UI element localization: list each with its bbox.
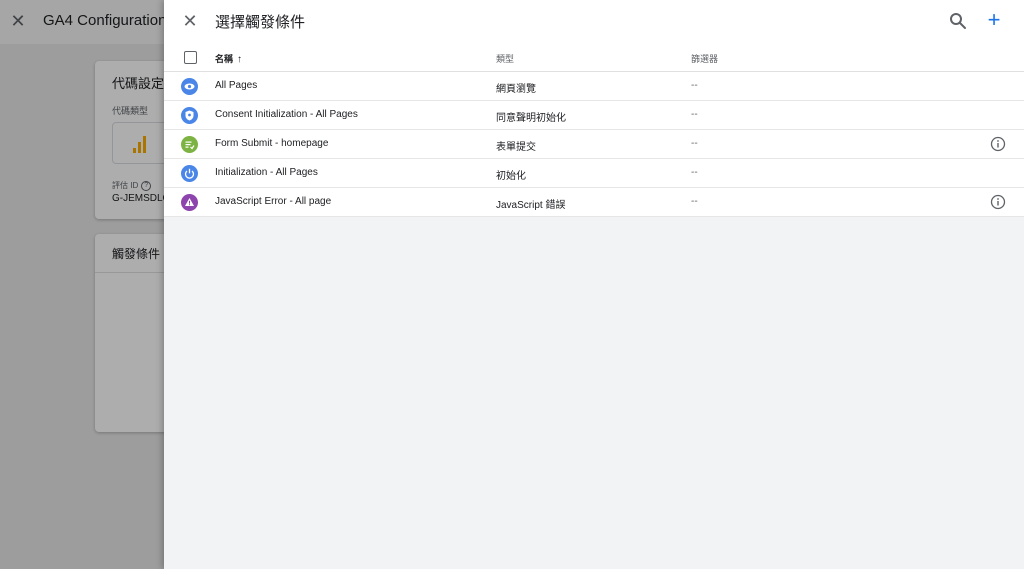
add-trigger-button[interactable]: + [984, 9, 1004, 31]
trigger-type: 同意聲明初始化 [496, 113, 566, 124]
column-name-label: 名稱 [215, 54, 234, 64]
table-row[interactable]: Consent Initialization - All Pages 同意聲明初… [164, 101, 1024, 130]
column-header-type: 類型 [496, 54, 515, 64]
panel-title: 選擇觸發條件 [215, 14, 306, 31]
warning-icon [181, 194, 198, 211]
trigger-type: JavaScript 錯誤 [496, 200, 566, 211]
search-icon[interactable] [948, 11, 968, 31]
trigger-type: 初始化 [496, 171, 526, 182]
trigger-name: Initialization - All Pages [215, 167, 318, 178]
trigger-name: Consent Initialization - All Pages [215, 109, 358, 120]
info-icon[interactable] [990, 136, 1006, 152]
trigger-filter: -- [691, 109, 698, 120]
trigger-filter: -- [691, 80, 698, 91]
trigger-type: 表單提交 [496, 142, 536, 153]
trigger-name: JavaScript Error - All page [215, 196, 332, 207]
info-icon[interactable] [990, 194, 1006, 210]
trigger-filter: -- [691, 196, 698, 207]
column-header-name[interactable]: 名稱 ↑ [215, 52, 242, 65]
form-icon [181, 136, 198, 153]
select-all-checkbox[interactable] [184, 51, 197, 64]
triggers-table: 名稱 ↑ 類型 篩選器 All Pages 網頁瀏覽 -- Consent Ini… [164, 43, 1024, 217]
trigger-name: Form Submit - homepage [215, 138, 329, 149]
column-header-filter: 篩選器 [691, 54, 719, 64]
table-row[interactable]: All Pages 網頁瀏覽 -- [164, 72, 1024, 101]
power-icon [181, 165, 198, 182]
shield-icon [181, 107, 198, 124]
trigger-name: All Pages [215, 80, 258, 91]
table-header: 名稱 ↑ 類型 篩選器 [164, 43, 1024, 72]
trigger-filter: -- [691, 138, 698, 149]
table-row[interactable]: JavaScript Error - All page JavaScript 錯… [164, 188, 1024, 217]
close-panel-button[interactable]: ✕ [181, 12, 199, 30]
sort-ascending-icon: ↑ [237, 54, 243, 65]
trigger-filter: -- [691, 167, 698, 178]
panel-header: ✕ 選擇觸發條件 + [164, 0, 1024, 43]
trigger-selection-panel: ✕ 選擇觸發條件 + 名稱↑ 類型 篩選器 All Pages 網頁瀏覽 -- [164, 0, 1024, 569]
trigger-type: 網頁瀏覽 [496, 84, 536, 95]
table-row[interactable]: Form Submit - homepage 表單提交 -- [164, 130, 1024, 159]
eye-icon [181, 78, 198, 95]
table-row[interactable]: Initialization - All Pages 初始化 -- [164, 159, 1024, 188]
